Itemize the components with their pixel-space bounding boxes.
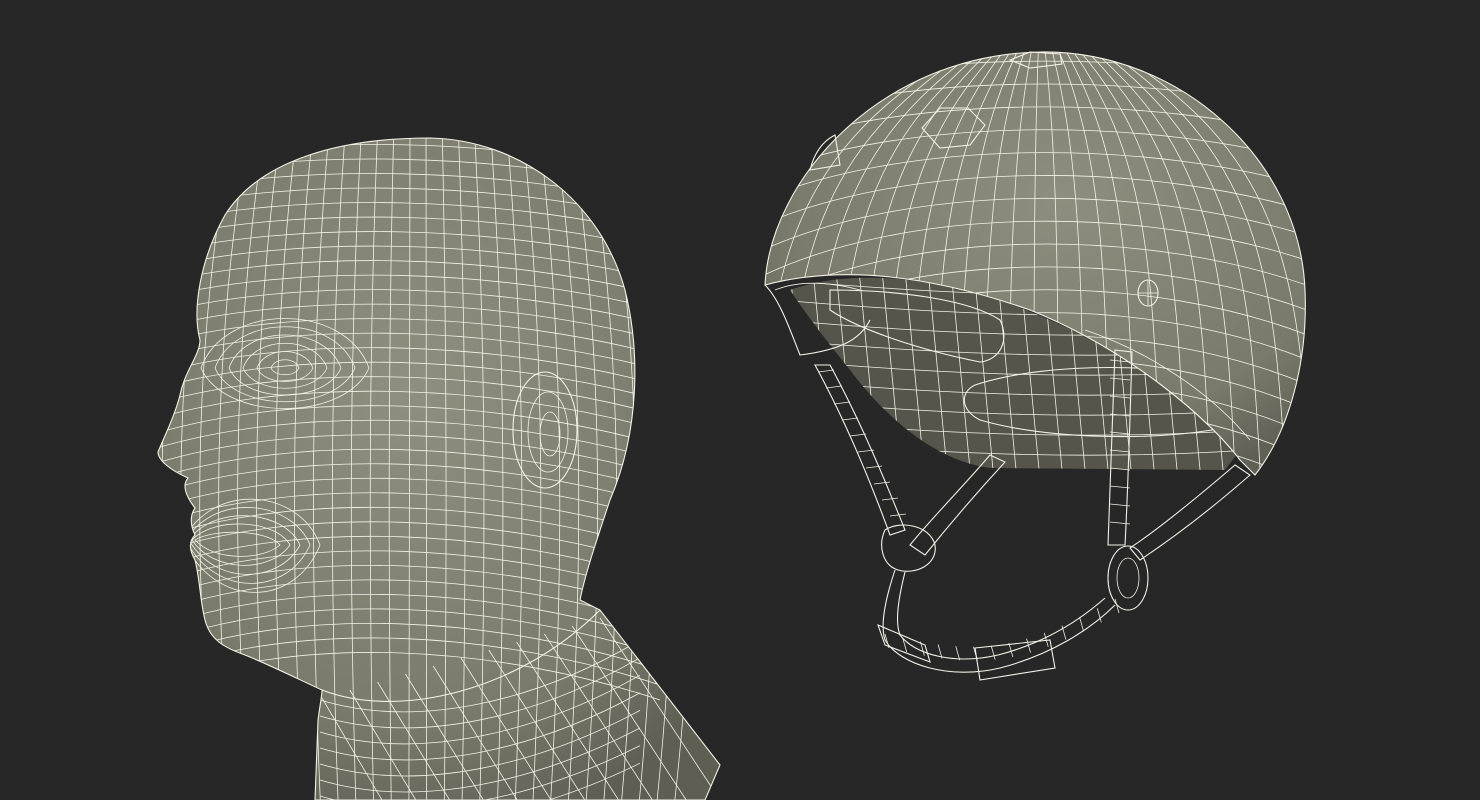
strap-buckle	[1107, 545, 1149, 611]
render-viewport	[0, 0, 1480, 800]
strap-clip	[974, 639, 1056, 681]
helmet-wireframe	[764, 51, 1306, 681]
